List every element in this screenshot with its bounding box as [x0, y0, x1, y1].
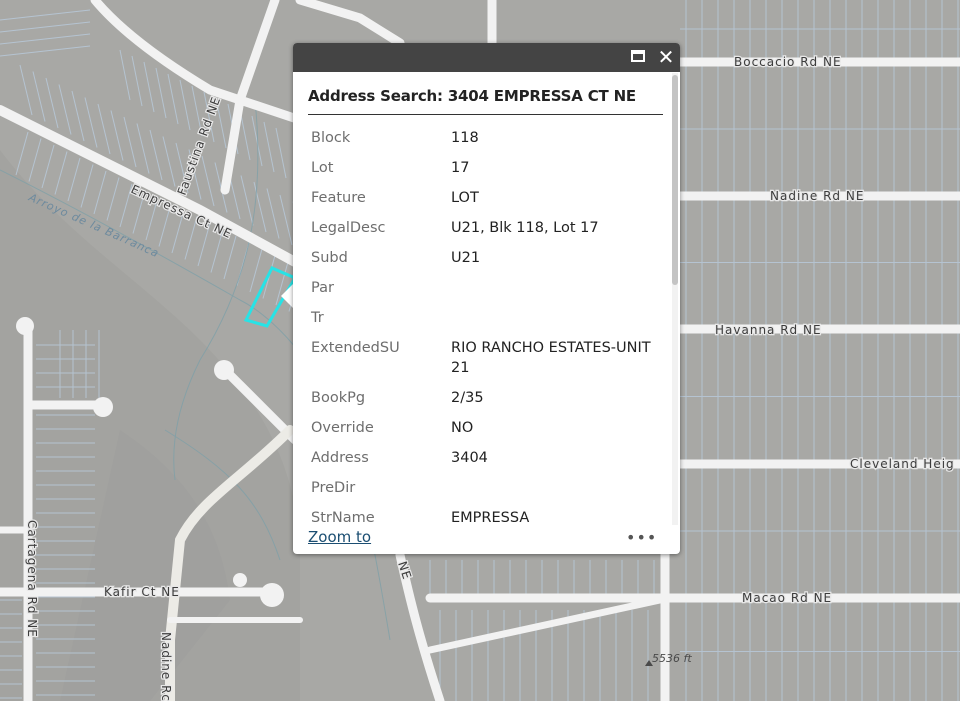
- attribute-row: PreDir: [308, 473, 664, 503]
- more-options-icon[interactable]: •••: [626, 528, 657, 547]
- scrollbar-thumb[interactable]: [672, 75, 678, 285]
- road-label-nadine-rd: Nadine Rd NE: [770, 189, 864, 203]
- attribute-row: StrName EMPRESSA: [308, 503, 664, 524]
- attribute-value: 17: [451, 160, 470, 176]
- attribute-row: Override NO: [308, 413, 664, 443]
- maximize-icon[interactable]: [631, 50, 645, 62]
- attribute-key: Par: [311, 280, 334, 296]
- attribute-key: StrName: [311, 510, 375, 524]
- attribute-key: Lot: [311, 160, 334, 176]
- attribute-value: EMPRESSA: [451, 510, 530, 524]
- zoom-to-link[interactable]: Zoom to: [308, 528, 371, 546]
- road-label-cleveland: Cleveland Heig: [850, 457, 955, 471]
- popup-header: ✕: [293, 43, 680, 72]
- attribute-value: 3404: [451, 450, 488, 466]
- road-label-macao: Macao Rd NE: [742, 591, 832, 605]
- attribute-key: Block: [311, 130, 351, 146]
- attribute-row: Par: [308, 273, 664, 303]
- attribute-value: LOT: [451, 190, 479, 206]
- road-label-boccacio: Boccacio Rd NE: [734, 55, 842, 69]
- attribute-row: Subd U21: [308, 243, 664, 273]
- road-label-nadine-vert: Nadine Rc: [159, 632, 173, 701]
- close-icon[interactable]: ✕: [655, 46, 677, 68]
- road-label-havanna: Havanna Rd NE: [715, 323, 822, 337]
- attribute-value: [451, 473, 664, 478]
- attribute-table: Block 118 Lot 17 Feature LOT LegalDesc U…: [308, 123, 664, 524]
- attribute-value: NO: [451, 420, 474, 436]
- road-label-kafir: Kafir Ct NE: [104, 585, 180, 599]
- attribute-row: BookPg 2/35: [308, 383, 664, 413]
- attribute-value: RIO RANCHO ESTATES-UNIT 21: [451, 340, 651, 376]
- attribute-key: Override: [311, 420, 374, 436]
- attribute-value: U21: [451, 250, 481, 266]
- attribute-key: PreDir: [311, 480, 356, 496]
- attribute-key: Tr: [311, 310, 324, 326]
- attribute-row: Tr: [308, 303, 664, 333]
- attribute-row: Address 3404: [308, 443, 664, 473]
- popup-title: Address Search: 3404 EMPRESSA CT NE: [308, 87, 636, 105]
- attribute-value: 2/35: [451, 390, 484, 406]
- elevation-label: 5536 ft: [652, 652, 692, 665]
- attribute-value: 118: [451, 130, 479, 146]
- attribute-key: ExtendedSU: [311, 340, 400, 356]
- attribute-row: Feature LOT: [308, 183, 664, 213]
- attribute-row: LegalDesc U21, Blk 118, Lot 17: [308, 213, 664, 243]
- title-divider: [308, 114, 663, 115]
- attribute-row: ExtendedSU RIO RANCHO ESTATES-UNIT 21: [308, 333, 664, 383]
- road-label-cartagena: Cartagena Rd NE: [25, 520, 39, 638]
- attribute-row: Lot 17: [308, 153, 664, 183]
- attribute-key: Address: [311, 450, 369, 466]
- attribute-key: Feature: [311, 190, 366, 206]
- info-popup: ✕ Address Search: 3404 EMPRESSA CT NE Bl…: [293, 43, 680, 554]
- attribute-value: [451, 303, 664, 308]
- attribute-row: Block 118: [308, 123, 664, 153]
- attribute-value: U21, Blk 118, Lot 17: [451, 220, 599, 236]
- attribute-key: LegalDesc: [311, 220, 386, 236]
- attribute-key: BookPg: [311, 390, 366, 406]
- attribute-value: [451, 273, 664, 278]
- attribute-key: Subd: [311, 250, 348, 266]
